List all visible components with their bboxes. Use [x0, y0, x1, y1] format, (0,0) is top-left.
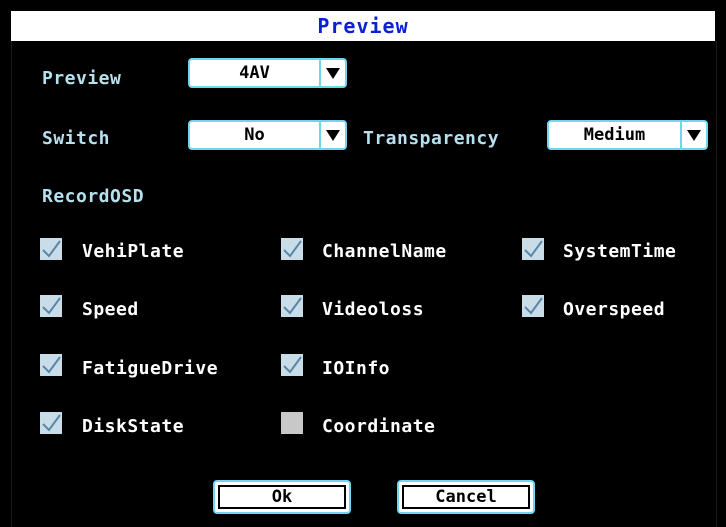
switch-dropdown-arrow[interactable]: [319, 122, 345, 148]
switch-label: Switch: [42, 128, 111, 149]
checkmark-icon: [524, 297, 543, 315]
fatiguedrive-label: FatigueDrive: [82, 358, 219, 379]
transparency-select-value: Medium: [583, 125, 646, 145]
checkmark-icon: [42, 297, 61, 315]
speed-checkbox[interactable]: [40, 295, 62, 317]
window-title: Preview: [317, 14, 409, 38]
transparency-dropdown-arrow[interactable]: [680, 122, 706, 148]
chevron-down-icon: [687, 129, 701, 141]
preview-select-value: 4AV: [239, 63, 270, 83]
overspeed-label: Overspeed: [563, 299, 666, 320]
videoloss-checkbox[interactable]: [281, 295, 303, 317]
record-osd-label: RecordOSD: [42, 186, 145, 207]
preview-dropdown-arrow[interactable]: [319, 60, 345, 86]
chevron-down-icon: [326, 67, 340, 79]
cancel-button-label: Cancel: [402, 485, 530, 509]
vehiplate-label: VehiPlate: [82, 241, 185, 262]
fatiguedrive-checkbox[interactable]: [40, 354, 62, 376]
ioinfo-label: IOInfo: [322, 358, 391, 379]
channelname-checkbox[interactable]: [281, 238, 303, 260]
checkmark-icon: [283, 297, 302, 315]
coordinate-label: Coordinate: [322, 416, 436, 437]
checkmark-icon: [42, 240, 61, 258]
overspeed-checkbox[interactable]: [522, 295, 544, 317]
checkmark-icon: [42, 356, 61, 374]
checkmark-icon: [283, 240, 302, 258]
vehiplate-checkbox[interactable]: [40, 238, 62, 260]
switch-select-value: No: [244, 125, 265, 145]
transparency-label: Transparency: [363, 128, 500, 149]
diskstate-label: DiskState: [82, 416, 185, 437]
checkmark-icon: [524, 240, 543, 258]
videoloss-label: Videoloss: [322, 299, 425, 320]
preview-select[interactable]: 4AV: [188, 58, 347, 88]
chevron-down-icon: [326, 129, 340, 141]
dialog-body: [11, 41, 717, 527]
checkmark-icon: [283, 356, 302, 374]
ok-button-label: Ok: [218, 485, 346, 509]
transparency-select[interactable]: Medium: [547, 120, 708, 150]
speed-label: Speed: [82, 299, 139, 320]
checkmark-icon: [42, 414, 61, 432]
channelname-label: ChannelName: [322, 241, 447, 262]
diskstate-checkbox[interactable]: [40, 412, 62, 434]
title-bar: Preview: [0, 0, 726, 41]
systemtime-checkbox[interactable]: [522, 238, 544, 260]
ok-button[interactable]: Ok: [213, 480, 351, 514]
coordinate-checkbox[interactable]: [281, 412, 303, 434]
cancel-button[interactable]: Cancel: [397, 480, 535, 514]
switch-select[interactable]: No: [188, 120, 347, 150]
preview-label: Preview: [42, 68, 122, 89]
ioinfo-checkbox[interactable]: [281, 354, 303, 376]
systemtime-label: SystemTime: [563, 241, 677, 262]
